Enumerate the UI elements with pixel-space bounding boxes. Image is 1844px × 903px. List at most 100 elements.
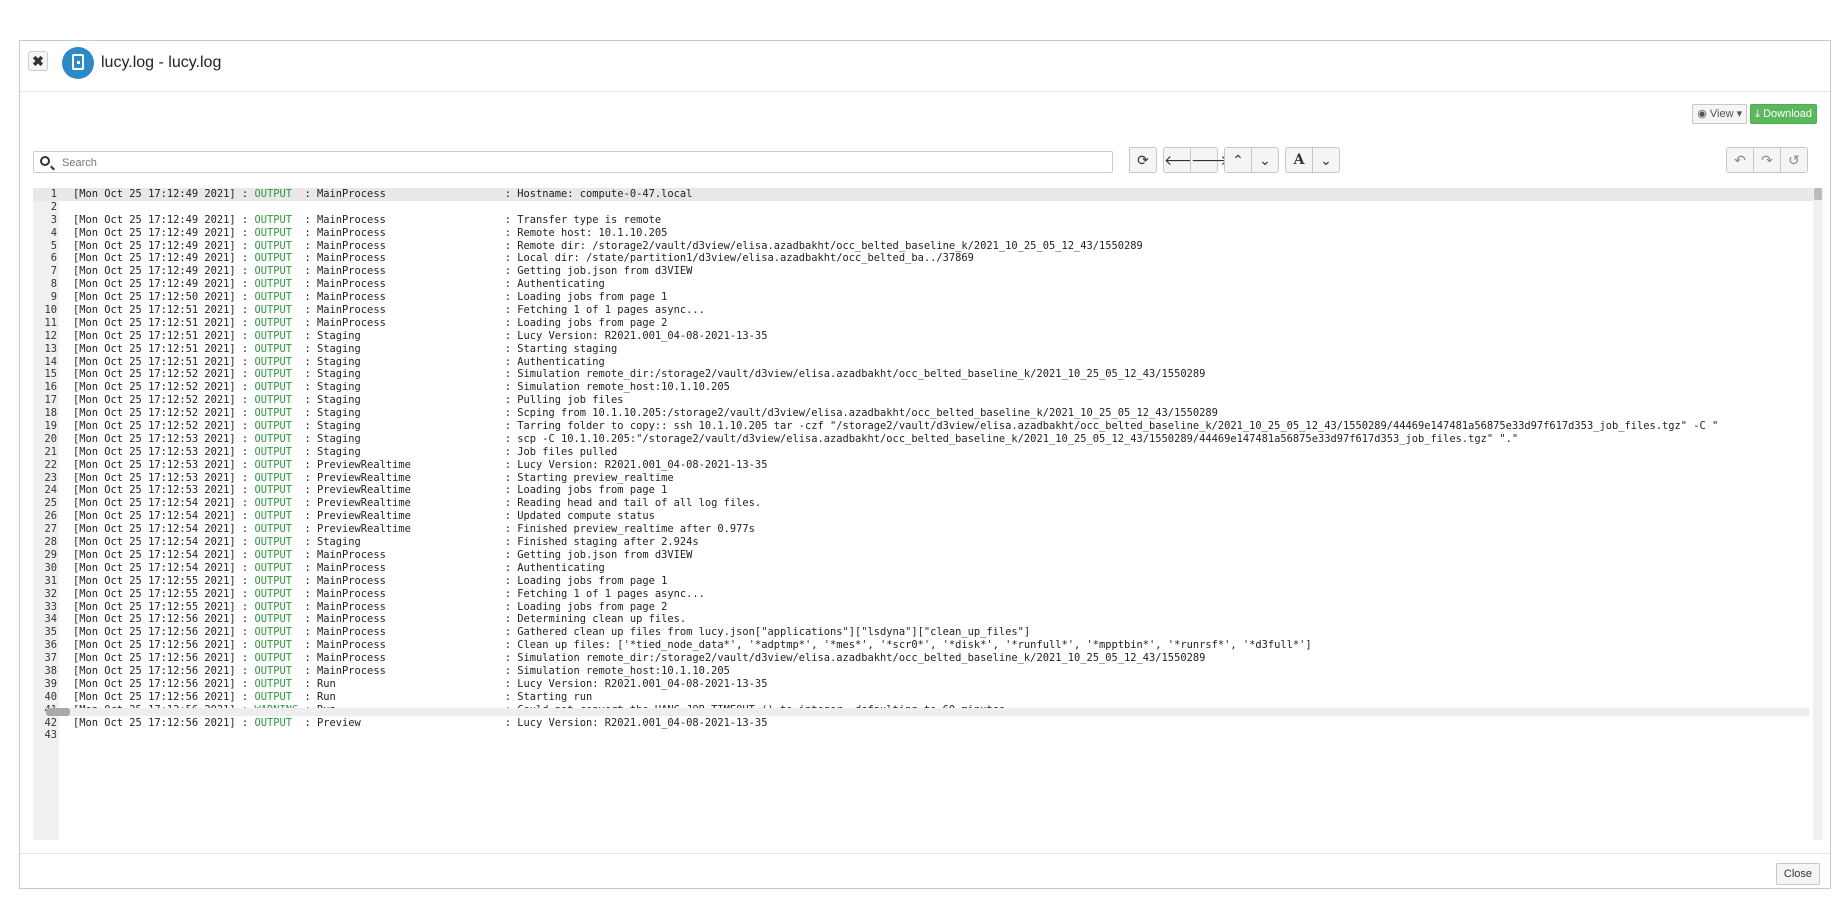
log-message: Lucy Version: R2021.001_04-08-2021-13-35 [517, 716, 768, 729]
line-text: [Mon Oct 25 17:12:55 2021] : OUTPUT : Ma… [73, 600, 668, 613]
line-text: [Mon Oct 25 17:12:56 2021] : OUTPUT : Ru… [73, 677, 768, 690]
log-editor[interactable]: 1 [Mon Oct 25 17:12:49 2021] : OUTPUT : M… [33, 188, 1823, 840]
log-date: [Mon Oct 25 17:12:52 2021] [73, 407, 236, 420]
font-icon: A [1293, 152, 1305, 168]
log-line: 11 [Mon Oct 25 17:12:51 2021] : OUTPUT : … [33, 317, 1813, 330]
log-line: 1 [Mon Oct 25 17:12:49 2021] : OUTPUT : M… [33, 188, 1813, 201]
line-number: 30 [44, 561, 57, 574]
log-level: OUTPUT [254, 291, 292, 304]
vertical-scrollbar[interactable] [1813, 188, 1823, 840]
line-number: 2 [50, 200, 57, 213]
line-text: [Mon Oct 25 17:12:56 2021] : OUTPUT : Pr… [73, 716, 768, 729]
log-level: OUTPUT [254, 265, 292, 278]
line-text: [Mon Oct 25 17:12:53 2021] : OUTPUT : Pr… [73, 484, 668, 497]
log-level: OUTPUT [254, 716, 292, 729]
arrow-right-icon: 🡒 [1191, 152, 1229, 168]
line-number: 27 [44, 523, 57, 536]
log-process: Staging [317, 342, 361, 355]
log-message: Reading head and tail of all log files. [517, 497, 762, 510]
line-text: [Mon Oct 25 17:12:51 2021] : OUTPUT : Ma… [73, 304, 705, 317]
log-process: PreviewRealtime [317, 497, 411, 510]
log-date: [Mon Oct 25 17:12:56 2021] [73, 716, 236, 729]
history-icon: ↺ [1788, 152, 1800, 168]
next-button[interactable]: 🡒 [1190, 147, 1229, 173]
log-date: [Mon Oct 25 17:12:53 2021] [73, 471, 236, 484]
line-number: 36 [44, 639, 57, 652]
log-line: 36 [Mon Oct 25 17:12:56 2021] : OUTPUT : … [33, 639, 1813, 652]
dialog-header: ✖ lucy.log - lucy.log [20, 41, 1830, 92]
reload-button[interactable]: ⟳ [1129, 147, 1157, 173]
undo-button[interactable]: ↶ [1726, 147, 1754, 173]
log-process: Staging [317, 536, 361, 549]
close-x-button[interactable]: ✖ [28, 51, 48, 71]
line-number: 29 [44, 548, 57, 561]
log-level: OUTPUT [254, 329, 292, 342]
log-date: [Mon Oct 25 17:12:55 2021] [73, 587, 236, 600]
log-message: Loading jobs from page 2 [517, 316, 668, 329]
log-process: MainProcess [317, 291, 386, 304]
log-message: Authenticating [517, 355, 605, 368]
close-button[interactable]: Close [1775, 863, 1820, 885]
scroll-top-button[interactable]: ⌃ [1224, 147, 1252, 173]
log-date: [Mon Oct 25 17:12:56 2021] [73, 652, 236, 665]
line-text: [Mon Oct 25 17:12:54 2021] : OUTPUT : St… [73, 536, 699, 549]
line-number: 38 [44, 664, 57, 677]
log-process: MainProcess [317, 304, 386, 317]
line-number: 1 [50, 188, 57, 200]
log-date: [Mon Oct 25 17:12:49 2021] [73, 265, 236, 278]
log-date: [Mon Oct 25 17:12:54 2021] [73, 548, 236, 561]
double-chevron-down-icon: ⌄ [1259, 152, 1271, 168]
log-level: OUTPUT [254, 432, 292, 445]
line-text: [Mon Oct 25 17:12:51 2021] : OUTPUT : St… [73, 342, 618, 355]
scroll-bottom-button[interactable]: ⌄ [1251, 147, 1279, 173]
log-date: [Mon Oct 25 17:12:49 2021] [73, 278, 236, 291]
log-date: [Mon Oct 25 17:12:56 2021] [73, 626, 236, 639]
log-line: 25 [Mon Oct 25 17:12:54 2021] : OUTPUT : … [33, 497, 1813, 510]
previous-button[interactable]: 🡐 [1163, 147, 1202, 173]
log-process: Staging [317, 355, 361, 368]
line-number: 16 [44, 381, 57, 394]
line-text: [Mon Oct 25 17:12:56 2021] : OUTPUT : Ma… [73, 639, 1312, 652]
log-line: 7 [Mon Oct 25 17:12:49 2021] : OUTPUT : M… [33, 265, 1813, 278]
horizontal-scrollbar[interactable] [46, 708, 1810, 716]
line-number: 42 [44, 716, 57, 729]
line-number: 32 [44, 587, 57, 600]
log-date: [Mon Oct 25 17:12:49 2021] [73, 252, 236, 265]
log-line: 39 [Mon Oct 25 17:12:56 2021] : OUTPUT : … [33, 678, 1813, 691]
log-process: MainProcess [317, 188, 386, 200]
log-line: 43 [33, 729, 1813, 742]
log-process: PreviewRealtime [317, 471, 411, 484]
line-number: 31 [44, 574, 57, 587]
log-process: PreviewRealtime [317, 523, 411, 536]
log-line: 34 [Mon Oct 25 17:12:56 2021] : OUTPUT : … [33, 613, 1813, 626]
line-number: 4 [50, 226, 57, 239]
log-viewer-dialog: ✖ lucy.log - lucy.log ◉ View ▾ ⤓ Downloa… [19, 40, 1831, 889]
line-text: [Mon Oct 25 17:12:52 2021] : OUTPUT : St… [73, 394, 624, 407]
log-message: Finished preview_realtime after 0.977s [517, 523, 755, 536]
line-number: 6 [50, 252, 57, 265]
download-button[interactable]: ⤓ Download [1750, 104, 1817, 124]
double-chevron-up-icon: ⌃ [1232, 152, 1244, 168]
log-level: OUTPUT [254, 226, 292, 239]
reset-button[interactable]: ↺ [1780, 147, 1808, 173]
search-input[interactable] [60, 152, 1104, 174]
log-level: OUTPUT [254, 239, 292, 252]
line-number: 43 [44, 729, 57, 742]
log-message: Fetching 1 of 1 pages async... [517, 304, 705, 317]
log-line: 5 [Mon Oct 25 17:12:49 2021] : OUTPUT : M… [33, 240, 1813, 253]
view-dropdown-button[interactable]: ◉ View ▾ [1692, 104, 1748, 124]
line-number: 14 [44, 355, 57, 368]
line-text: [Mon Oct 25 17:12:50 2021] : OUTPUT : Ma… [73, 291, 668, 304]
log-level: OUTPUT [254, 471, 292, 484]
line-text: [Mon Oct 25 17:12:51 2021] : OUTPUT : Ma… [73, 316, 668, 329]
log-line: 29 [Mon Oct 25 17:12:54 2021] : OUTPUT : … [33, 549, 1813, 562]
log-date: [Mon Oct 25 17:12:54 2021] [73, 497, 236, 510]
line-text: [Mon Oct 25 17:12:55 2021] : OUTPUT : Ma… [73, 574, 668, 587]
font-button[interactable]: A [1285, 147, 1313, 173]
log-date: [Mon Oct 25 17:12:54 2021] [73, 523, 236, 536]
log-level: OUTPUT [254, 420, 292, 433]
line-text: [Mon Oct 25 17:12:52 2021] : OUTPUT : St… [73, 368, 1206, 381]
redo-button[interactable]: ↷ [1753, 147, 1781, 173]
log-date: [Mon Oct 25 17:12:51 2021] [73, 342, 236, 355]
font-menu-button[interactable]: ⌄ [1312, 147, 1340, 173]
